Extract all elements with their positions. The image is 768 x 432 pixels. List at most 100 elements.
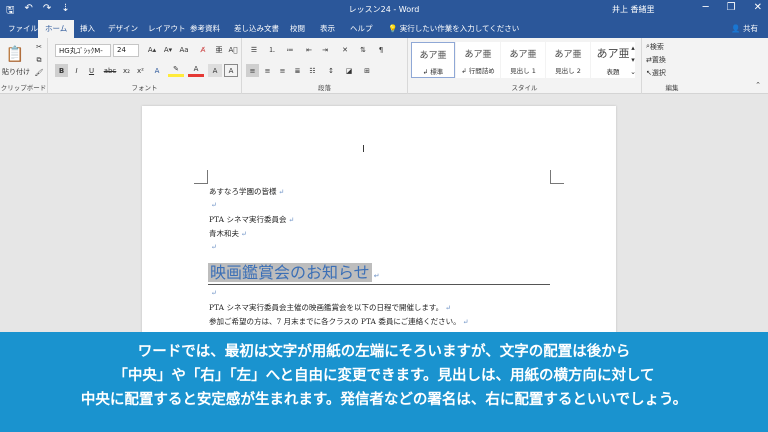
tab-help[interactable]: ヘルプ: [350, 23, 373, 34]
align-left-button[interactable]: ≡: [246, 64, 259, 77]
tab-file[interactable]: ファイル: [8, 23, 38, 34]
distribute-button[interactable]: ☷: [306, 64, 319, 77]
superscript-button[interactable]: x²: [134, 64, 147, 77]
subscript-button[interactable]: x₂: [120, 64, 133, 77]
select-button[interactable]: ↖ 選択: [646, 67, 666, 78]
ribbon-tab-bar: ファイル ホーム 挿入 デザイン レイアウト 参考資料 差し込み文書 校閲 表示…: [0, 20, 768, 38]
tab-layout[interactable]: レイアウト: [148, 23, 186, 34]
caption-line-1: ワードでは、最初は文字が用紙の左端にそろいますが、文字の配置は後から: [137, 344, 631, 360]
styles-scroll-up-icon[interactable]: ▴: [628, 42, 638, 54]
underline-button[interactable]: U: [85, 64, 98, 77]
doc-heading[interactable]: 映画鑑賞会のお知らせ ↵: [208, 259, 550, 285]
decrease-indent-icon[interactable]: ⇤: [302, 44, 316, 56]
change-case-button[interactable]: Aa: [176, 44, 192, 56]
align-right-button[interactable]: ≡: [276, 64, 289, 77]
crop-mark-top-right: [550, 170, 564, 184]
tab-references[interactable]: 参考資料: [190, 23, 220, 34]
tab-review[interactable]: 校閲: [290, 23, 305, 34]
caption-line-3: 中央に配置すると安定感が生まれます。発信者などの署名は、右に配置するといいでしょ…: [80, 392, 688, 408]
paste-icon[interactable]: 📋: [4, 42, 26, 66]
style-no-spacing[interactable]: あア亜 ↲ 行間詰め: [456, 42, 500, 78]
styles-group: あア亜 ↲ 標準 あア亜 ↲ 行間詰め あア亜 見出し 1 あア亜 見出し 2 …: [408, 38, 642, 94]
copy-icon[interactable]: ⧉: [33, 54, 45, 66]
restore-button[interactable]: ❐: [727, 2, 736, 13]
bold-button[interactable]: B: [55, 64, 68, 77]
doc-line-committee[interactable]: PTA シネマ実行委員会 ↵: [209, 214, 294, 225]
collapse-ribbon-icon[interactable]: ⌃: [752, 80, 764, 90]
clipboard-group-label: クリップボード: [0, 84, 47, 92]
tab-insert[interactable]: 挿入: [80, 23, 95, 34]
doc-line-addressee[interactable]: あすなろ学園の皆様 ↵: [209, 186, 284, 197]
borders-icon[interactable]: ⊞: [360, 64, 374, 77]
paragraph-group: ☰ ⒈ ≔ ⇤ ⇥ ✕ ⇅ ¶ ≡ ≡ ≡ ≣ ☷ ↕ ◪ ⊞ 段落: [242, 38, 408, 94]
char-shading-icon[interactable]: A: [208, 64, 222, 77]
tab-view[interactable]: 表示: [320, 23, 335, 34]
bullets-icon[interactable]: ☰: [246, 44, 262, 56]
styles-group-label: スタイル: [511, 84, 538, 92]
caption-line-2: 「中央」や「右」「左」へと自由に変更できます。見出しは、用紙の横方向に対して: [113, 368, 655, 384]
format-painter-icon[interactable]: 🖌: [33, 67, 45, 79]
numbering-icon[interactable]: ⒈: [264, 44, 280, 56]
doc-line-body-2[interactable]: 参加ご希望の方は、7 月末までに各クラスの PTA 委員にご連絡ください。 ↵: [209, 316, 469, 327]
phonetic-guide-icon[interactable]: 亜: [212, 44, 226, 56]
share-button[interactable]: 👤 共有: [731, 23, 758, 34]
shrink-font-button[interactable]: A▾: [160, 44, 176, 56]
styles-more-icon[interactable]: ⌄: [628, 66, 638, 78]
tell-me-box[interactable]: 💡 実行したい作業を入力してください: [388, 23, 519, 34]
font-group-label: フォント: [131, 84, 158, 92]
editing-group: ⌕ 検索 ⇄ 置換 ↖ 選択 編集: [642, 38, 702, 94]
minimize-button[interactable]: ─: [703, 2, 709, 13]
crop-mark-top-left: [194, 170, 208, 184]
font-name-box[interactable]: HG丸ｺﾞｼｯｸM-: [55, 44, 111, 57]
window-controls: ─ ❐ ✕: [703, 2, 762, 13]
char-border-icon[interactable]: A: [224, 64, 238, 77]
document-page[interactable]: I あすなろ学園の皆様 ↵ ↵ PTA シネマ実行委員会 ↵ 青木和夫 ↵ ↵ 映画鑑…: [142, 106, 616, 336]
enclose-char-icon[interactable]: A⃞: [226, 44, 240, 56]
text-effects-icon[interactable]: A: [150, 64, 164, 77]
italic-button[interactable]: I: [70, 64, 83, 77]
multilevel-list-icon[interactable]: ≔: [282, 44, 298, 56]
ribbon: 📋 貼り付け ✂ ⧉ 🖌 クリップボード HG丸ｺﾞｼｯｸM- 24 A▴ A▾…: [0, 38, 768, 94]
text-cursor-icon: I: [362, 144, 365, 155]
tab-home[interactable]: ホーム: [38, 20, 75, 38]
find-button[interactable]: ⌕ 検索: [646, 41, 664, 52]
sort-icon[interactable]: ⇅: [356, 44, 370, 56]
title-bar: 🖫 ↶ ↷ ⇣ レッスン24 - Word 井上 香緒里 ─ ❐ ✕: [0, 0, 768, 20]
paragraph-group-label: 段落: [318, 84, 331, 92]
strikethrough-button[interactable]: abc: [102, 64, 118, 77]
styles-scroll-down-icon[interactable]: ▾: [628, 54, 638, 66]
doc-line-empty[interactable]: ↵: [209, 288, 217, 297]
align-center-button[interactable]: ≡: [261, 64, 274, 77]
lightbulb-icon: 💡: [388, 24, 400, 33]
doc-line-empty[interactable]: ↵: [209, 200, 217, 209]
close-button[interactable]: ✕: [754, 2, 762, 13]
tab-mailings[interactable]: 差し込み文書: [234, 23, 279, 34]
person-icon: 👤: [731, 24, 743, 33]
highlight-icon[interactable]: ✎: [168, 64, 184, 77]
shading-icon[interactable]: ◪: [342, 64, 356, 77]
replace-button[interactable]: ⇄ 置換: [646, 54, 666, 65]
cut-icon[interactable]: ✂: [33, 41, 45, 53]
show-marks-icon[interactable]: ¶: [374, 44, 388, 56]
increase-indent-icon[interactable]: ⇥: [318, 44, 332, 56]
clipboard-group: 📋 貼り付け ✂ ⧉ 🖌 クリップボード: [0, 38, 48, 94]
style-normal[interactable]: あア亜 ↲ 標準: [411, 42, 455, 78]
text-direction-icon[interactable]: ✕: [338, 44, 352, 56]
font-group: HG丸ｺﾞｼｯｸM- 24 A▴ A▾ Aa A̸ 亜 A⃞ B I U abc…: [48, 38, 242, 94]
user-name[interactable]: 井上 香緒里: [612, 4, 655, 15]
clear-format-icon[interactable]: A̸: [196, 44, 210, 56]
style-heading-2[interactable]: あア亜 見出し 2: [546, 42, 590, 78]
font-size-box[interactable]: 24: [113, 44, 139, 57]
doc-line-empty[interactable]: ↵: [209, 242, 217, 251]
font-color-icon[interactable]: A: [188, 64, 204, 77]
doc-line-sender[interactable]: 青木和夫 ↵: [209, 228, 247, 239]
tutorial-caption: ワードでは、最初は文字が用紙の左端にそろいますが、文字の配置は後から 「中央」や…: [0, 332, 768, 432]
doc-line-body-1[interactable]: PTA シネマ実行委員会主催の映画鑑賞会を以下の日程で開催します。 ↵: [209, 302, 451, 313]
style-heading-1[interactable]: あア亜 見出し 1: [501, 42, 545, 78]
paste-button[interactable]: 貼り付け: [2, 67, 30, 77]
grow-font-button[interactable]: A▴: [144, 44, 160, 56]
tab-design[interactable]: デザイン: [108, 23, 138, 34]
heading-text-selected: 映画鑑賞会のお知らせ: [208, 263, 372, 282]
line-spacing-icon[interactable]: ↕: [324, 64, 338, 77]
justify-button[interactable]: ≣: [291, 64, 304, 77]
